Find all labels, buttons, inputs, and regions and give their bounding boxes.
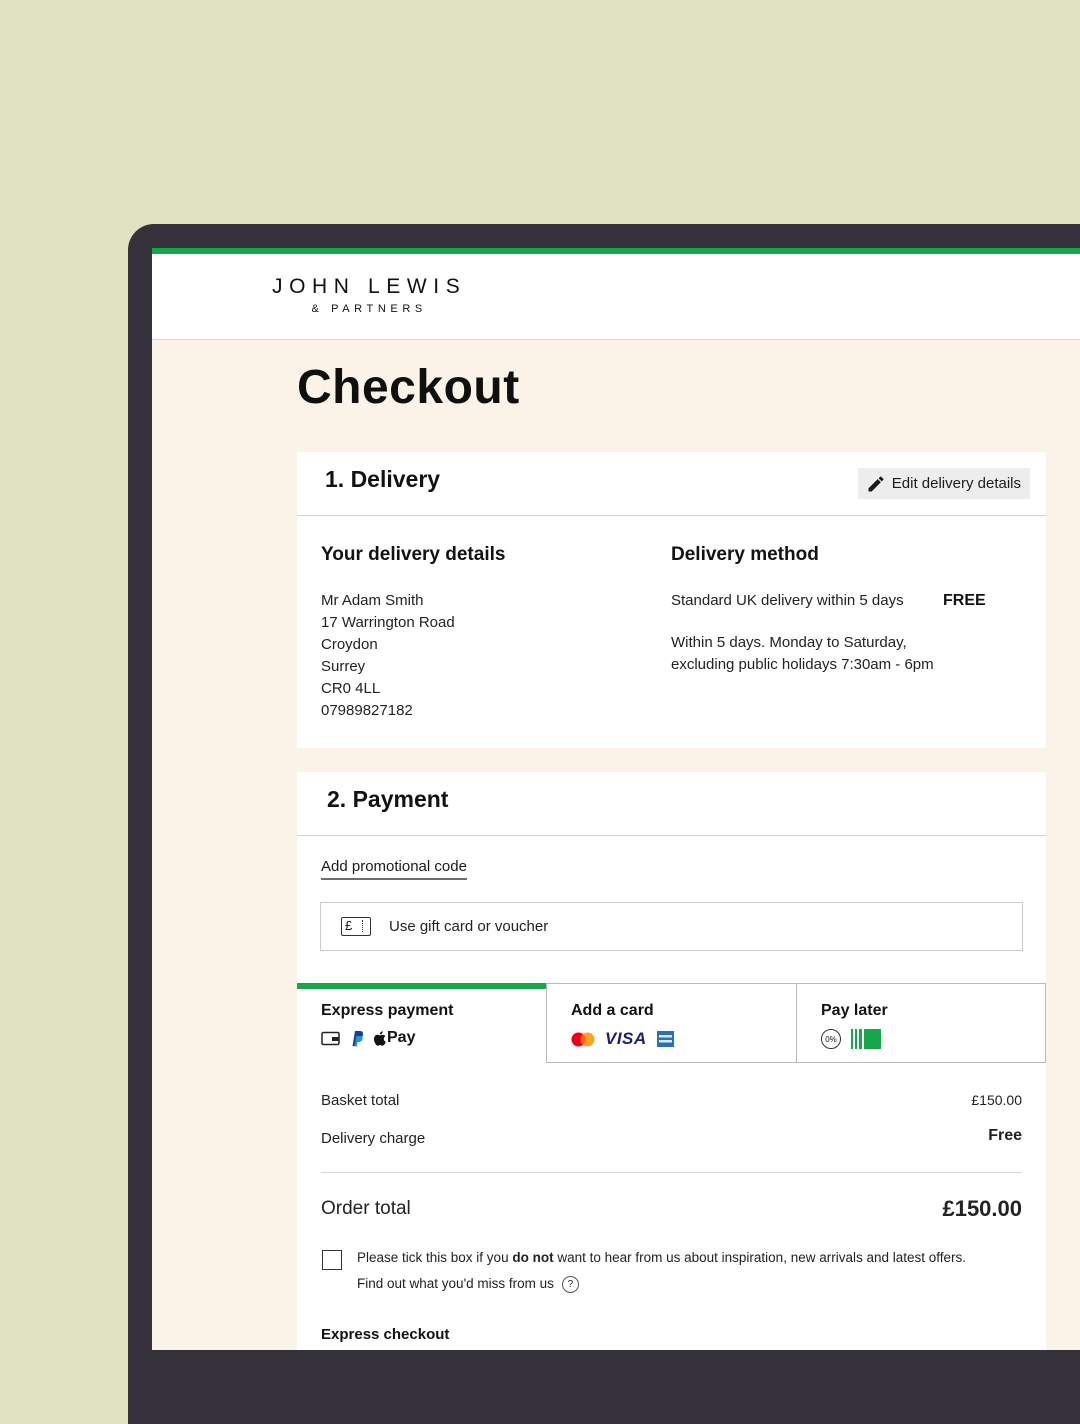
missing-offers-link[interactable]: Find out what you'd miss from us bbox=[357, 1276, 554, 1291]
browser-screen: JOHN LEWIS & PARTNERS Checkout 1. Delive… bbox=[152, 248, 1080, 1350]
delivery-method-price: FREE bbox=[943, 592, 986, 609]
delivery-method-text: Standard UK delivery within 5 days bbox=[671, 592, 904, 609]
delivery-charge-label: Delivery charge bbox=[321, 1130, 426, 1147]
installments-icon bbox=[851, 1029, 881, 1049]
basket-total-row: Basket total £150.00 bbox=[321, 1092, 1022, 1109]
delivery-section: 1. Delivery Edit delivery details Your d… bbox=[297, 452, 1046, 748]
address-line: Mr Adam Smith bbox=[321, 592, 424, 609]
missing-link-line: Find out what you'd miss from us? bbox=[357, 1271, 966, 1297]
order-total-label: Order total bbox=[321, 1198, 411, 1219]
basket-total-label: Basket total bbox=[321, 1092, 400, 1109]
amex-icon bbox=[656, 1031, 674, 1047]
payment-section-title: 2. Payment bbox=[327, 786, 449, 812]
address-line: Surrey bbox=[321, 658, 366, 675]
visa-icon: VISA bbox=[605, 1029, 647, 1048]
delivery-method-note: Within 5 days. Monday to Saturday, exclu… bbox=[671, 632, 934, 676]
consent-line: Please tick this box if you do not want … bbox=[357, 1245, 966, 1271]
summary-divider bbox=[321, 1172, 1022, 1173]
gift-card-label: Use gift card or voucher bbox=[389, 918, 549, 935]
delivery-charge-value: Free bbox=[988, 1127, 1022, 1144]
consent-suffix: want to hear from us about inspiration, … bbox=[553, 1250, 967, 1265]
order-total-row: Order total £150.00 bbox=[321, 1196, 1022, 1221]
edit-delivery-details-label: Edit delivery details bbox=[891, 475, 1021, 492]
delivery-note-line: Within 5 days. Monday to Saturday, bbox=[671, 634, 907, 651]
address-phone: 07989827182 bbox=[321, 702, 413, 719]
payment-section-header: 2. Payment bbox=[297, 772, 1046, 836]
logo-name: JOHN LEWIS bbox=[272, 275, 467, 298]
pay-later-icons: 0% bbox=[821, 1029, 881, 1049]
tab-pay-later[interactable]: Pay later 0% bbox=[796, 983, 1046, 1063]
payment-section: 2. Payment Add promotional code £ Use gi… bbox=[297, 772, 1046, 1350]
payment-tabs: Express payment Pay Add a card VISA Pay … bbox=[297, 983, 1046, 1064]
address-line: Croydon bbox=[321, 636, 378, 653]
delivery-address: Mr Adam Smith 17 Warrington Road Croydon… bbox=[321, 590, 455, 722]
basket-total-value: £150.00 bbox=[971, 1092, 1022, 1108]
order-total-value: £150.00 bbox=[942, 1196, 1022, 1221]
delivery-section-title: 1. Delivery bbox=[325, 466, 441, 492]
consent-bold: do not bbox=[512, 1250, 554, 1265]
apple-pay-icon: Pay bbox=[374, 1029, 415, 1047]
address-line: 17 Warrington Road bbox=[321, 614, 455, 631]
mastercard-icon bbox=[571, 1032, 595, 1046]
marketing-consent-text: Please tick this box if you do not want … bbox=[357, 1245, 966, 1297]
john-lewis-logo[interactable]: JOHN LEWIS & PARTNERS bbox=[272, 275, 466, 315]
delivery-note-line: excluding public holidays 7:30am - 6pm bbox=[671, 656, 934, 673]
tab-add-a-card-label: Add a card bbox=[571, 1002, 654, 1019]
delivery-charge-row: Delivery charge Free bbox=[321, 1127, 1022, 1147]
help-icon[interactable]: ? bbox=[561, 1275, 579, 1293]
apple-pay-text: Pay bbox=[387, 1029, 416, 1046]
page-title: Checkout bbox=[297, 361, 520, 414]
tab-express-payment-label: Express payment bbox=[321, 1002, 454, 1019]
logo-subname: & PARTNERS bbox=[311, 303, 427, 315]
gift-card-button[interactable]: £ Use gift card or voucher bbox=[320, 902, 1023, 951]
zero-apr-icon: 0% bbox=[821, 1029, 841, 1049]
edit-delivery-details-button[interactable]: Edit delivery details bbox=[857, 468, 1030, 499]
paypal-icon bbox=[352, 1030, 364, 1046]
tab-pay-later-label: Pay later bbox=[821, 1002, 888, 1019]
tab-express-payment[interactable]: Express payment Pay bbox=[297, 983, 547, 1064]
delivery-method-name: Standard UK delivery within 5 days bbox=[671, 590, 904, 612]
express-payment-icons: Pay bbox=[321, 1029, 415, 1047]
card-brand-icons: VISA bbox=[571, 1029, 674, 1049]
express-checkout-heading: Express checkout bbox=[321, 1326, 450, 1343]
delivery-section-header: 1. Delivery Edit delivery details bbox=[297, 452, 1046, 516]
delivery-method-heading: Delivery method bbox=[671, 544, 819, 565]
delivery-details-heading: Your delivery details bbox=[321, 544, 506, 565]
wallet-icon bbox=[321, 1031, 340, 1045]
apple-logo-icon bbox=[374, 1030, 386, 1046]
pencil-icon bbox=[868, 475, 884, 491]
gift-card-icon: £ bbox=[341, 917, 371, 936]
marketing-opt-out-checkbox[interactable] bbox=[322, 1250, 342, 1270]
address-line: CR0 4LL bbox=[321, 680, 381, 697]
add-promo-code-link[interactable]: Add promotional code bbox=[321, 858, 467, 880]
site-header: JOHN LEWIS & PARTNERS bbox=[152, 254, 1080, 340]
consent-prefix: Please tick this box if you bbox=[357, 1250, 513, 1265]
tab-add-a-card[interactable]: Add a card VISA bbox=[546, 983, 797, 1063]
